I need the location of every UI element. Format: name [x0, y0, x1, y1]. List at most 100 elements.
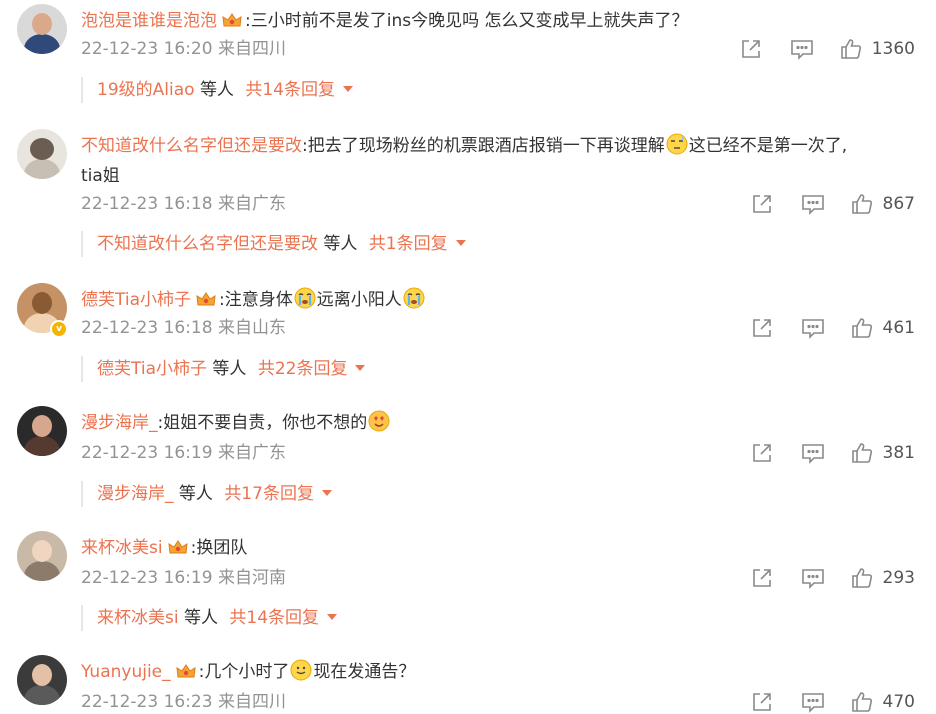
comment-text: :换团队	[190, 538, 248, 558]
reply-count[interactable]: 共14条回复	[229, 608, 319, 628]
caret-down-icon[interactable]	[342, 86, 353, 92]
comment-meta: 22-12-23 16:23 来自四川	[81, 692, 286, 712]
share-icon[interactable]	[740, 38, 762, 60]
like-count: 470	[882, 692, 915, 712]
avatar[interactable]	[17, 531, 67, 581]
comment-text-cont: 远离小阳人	[316, 290, 402, 310]
comment-text: :注意身体	[219, 290, 293, 310]
comment-icon[interactable]	[801, 193, 825, 215]
vip-crown-icon	[175, 660, 197, 678]
username-link[interactable]: 泡泡是谁谁是泡泡	[81, 11, 217, 31]
username-link[interactable]: Yuanyujie_	[81, 662, 171, 682]
reply-summary[interactable]: 不知道改什么名字但还是要改 等人 共1条回复	[81, 231, 857, 257]
comment-text: :几个小时了	[198, 662, 290, 682]
reply-mid: 等人	[199, 80, 234, 100]
username-link[interactable]: 德芙Tia小柿子	[81, 290, 191, 310]
reply-user[interactable]: 不知道改什么名字但还是要改	[97, 234, 318, 254]
comment-actions: 293	[751, 566, 915, 590]
thumbs-up-icon	[851, 567, 873, 589]
comment-text-cont2: tia姐	[81, 166, 120, 186]
reply-user[interactable]: 来杯冰美si	[97, 608, 179, 628]
comment-text: :姐姐不要自责，你也不想的	[157, 413, 368, 433]
comment-icon[interactable]	[801, 442, 825, 464]
reply-user[interactable]: 德芙Tia小柿子	[97, 359, 207, 379]
username-link[interactable]: 来杯冰美si	[81, 538, 163, 558]
comment-meta: 22-12-23 16:19 来自河南	[81, 568, 286, 588]
share-icon[interactable]	[751, 193, 773, 215]
comment-actions: 1360	[740, 37, 915, 61]
like-button[interactable]: 867	[851, 192, 915, 216]
reply-user[interactable]: 漫步海岸_	[97, 484, 174, 504]
like-button[interactable]: 1360	[840, 37, 915, 61]
caret-down-icon[interactable]	[327, 614, 338, 620]
username-link[interactable]: 漫步海岸_	[81, 413, 158, 433]
reply-mid: 等人	[212, 359, 247, 379]
avatar[interactable]	[17, 406, 67, 456]
like-count: 1360	[871, 39, 915, 59]
caret-down-icon[interactable]	[355, 365, 366, 371]
reply-summary[interactable]: 德芙Tia小柿子 等人 共22条回复	[81, 356, 857, 382]
share-icon[interactable]	[751, 567, 773, 589]
comment-actions: 461	[751, 316, 915, 340]
reply-mid: 等人	[184, 608, 218, 628]
share-icon[interactable]	[751, 317, 773, 339]
smile-emoji-icon	[290, 659, 312, 681]
love-face-emoji-icon	[368, 410, 390, 432]
reply-count[interactable]: 共22条回复	[258, 359, 348, 379]
comment-text-cont: 这已经不是第一次了,	[688, 136, 848, 156]
reply-user[interactable]: 19级的Aliao	[97, 80, 195, 100]
reply-mid: 等人	[323, 234, 358, 254]
thumbs-up-icon	[851, 193, 873, 215]
comment-text-line: 来杯冰美si :换团队	[81, 533, 911, 563]
share-icon[interactable]	[751, 442, 773, 464]
vip-crown-icon	[195, 288, 217, 306]
comment-icon[interactable]	[790, 38, 814, 60]
avatar[interactable]	[17, 655, 67, 705]
avatar[interactable]	[17, 4, 67, 54]
like-count: 867	[882, 194, 915, 214]
caret-down-icon[interactable]	[455, 240, 466, 246]
comment-meta: 22-12-23 16:20 来自四川	[81, 39, 286, 59]
reply-summary[interactable]: 19级的Aliao 等人 共14条回复	[81, 77, 857, 103]
comment-icon[interactable]	[801, 317, 825, 339]
comment-text: :把去了现场粉丝的机票跟酒店报销一下再谈理解	[302, 136, 665, 156]
caret-down-icon[interactable]	[321, 490, 332, 496]
vip-crown-icon	[221, 9, 243, 27]
like-count: 293	[882, 568, 915, 588]
like-count: 381	[882, 443, 915, 463]
comment-actions: 470	[751, 690, 915, 714]
reply-count[interactable]: 共17条回复	[224, 484, 314, 504]
like-button[interactable]: 381	[851, 441, 915, 465]
comment-text-line: 不知道改什么名字但还是要改:把去了现场粉丝的机票跟酒店报销一下再谈理解 这已经不是…	[81, 131, 911, 191]
crying-emoji-icon	[294, 287, 316, 309]
comment-text-line: 泡泡是谁谁是泡泡 :三小时前不是发了ins今晚见吗 怎么又变成早上就失声了？	[81, 6, 911, 36]
like-button[interactable]: 461	[851, 316, 915, 340]
thumbs-up-icon	[851, 442, 873, 464]
reply-mid: 等人	[178, 484, 213, 504]
crying-emoji-icon	[403, 287, 425, 309]
comment-meta: 22-12-23 16:19 来自广东	[81, 443, 286, 463]
comment-meta: 22-12-23 16:18 来自广东	[81, 194, 286, 214]
reply-summary[interactable]: 来杯冰美si 等人 共14条回复	[81, 605, 857, 631]
speechless-emoji-icon	[666, 133, 688, 155]
comment-icon[interactable]	[801, 567, 825, 589]
verified-badge-icon: v	[50, 320, 68, 338]
like-button[interactable]: 293	[851, 566, 915, 590]
reply-count[interactable]: 共14条回复	[245, 80, 335, 100]
comment-icon[interactable]	[801, 691, 825, 713]
comment-text-line: 德芙Tia小柿子 :注意身体 远离小阳人	[81, 285, 911, 315]
thumbs-up-icon	[840, 38, 862, 60]
comment-text: :三小时前不是发了ins今晚见吗 怎么又变成早上就失声了？	[245, 11, 689, 31]
thumbs-up-icon	[851, 691, 873, 713]
reply-count[interactable]: 共1条回复	[369, 234, 448, 254]
share-icon[interactable]	[751, 691, 773, 713]
username-link[interactable]: 不知道改什么名字但还是要改	[81, 136, 302, 156]
comment-text-cont: 现在发通告？	[313, 662, 416, 682]
avatar[interactable]	[17, 129, 67, 179]
comment-text-line: Yuanyujie_ :几个小时了 现在发通告？	[81, 657, 911, 687]
reply-summary[interactable]: 漫步海岸_ 等人 共17条回复	[81, 481, 857, 507]
vip-crown-icon	[167, 536, 189, 554]
comment-actions: 381	[751, 441, 915, 465]
like-button[interactable]: 470	[851, 690, 915, 714]
comment-meta: 22-12-23 16:18 来自山东	[81, 318, 286, 338]
